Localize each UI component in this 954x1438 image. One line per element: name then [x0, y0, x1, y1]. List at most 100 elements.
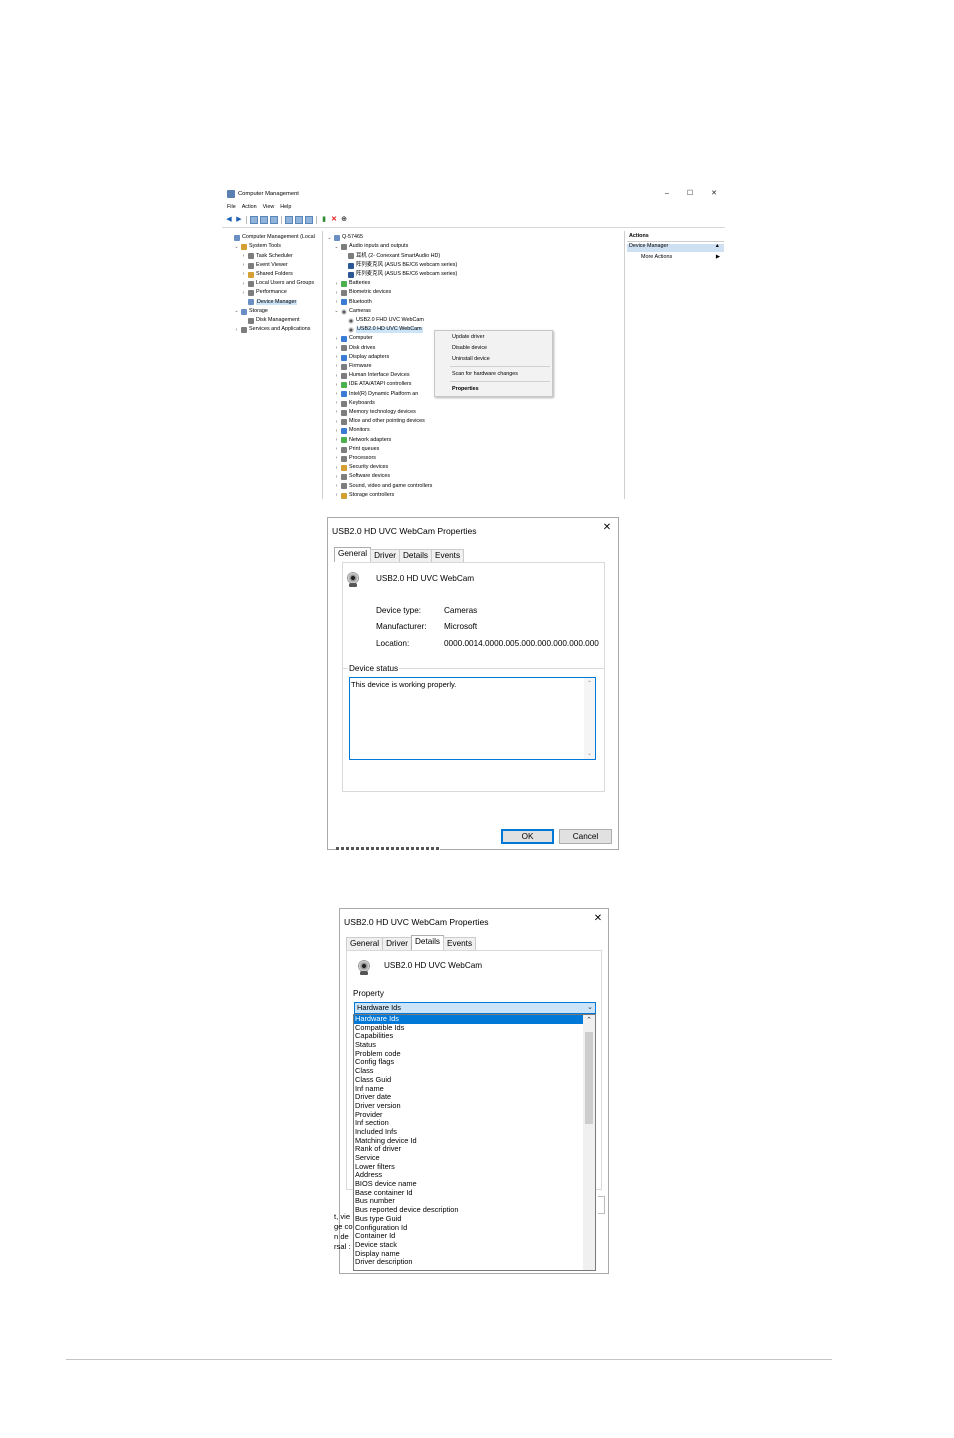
collapsed-chevron-icon[interactable]: › — [334, 373, 339, 379]
collapsed-chevron-icon[interactable]: › — [334, 483, 339, 489]
property-option[interactable]: Driver description — [354, 1258, 595, 1267]
device-status-textbox[interactable]: This device is working properly. ⌃ ⌄ — [349, 677, 596, 760]
expanded-chevron-icon[interactable]: ⌄ — [234, 309, 239, 314]
device-tree-row[interactable]: › Computer — [334, 335, 373, 343]
tab-events[interactable]: Events — [431, 549, 465, 562]
collapsed-chevron-icon[interactable]: › — [334, 364, 339, 369]
uninstall-x-icon[interactable]: ✕ — [330, 216, 338, 224]
property-option[interactable]: Driver version — [354, 1101, 595, 1111]
more-actions-item[interactable]: More Actions ▶ — [641, 254, 724, 263]
device-tree-row[interactable]: › Network adapters — [334, 436, 391, 444]
ok-button[interactable]: OK — [501, 829, 554, 844]
device-tree-row[interactable]: › Memory technology devices — [334, 409, 416, 417]
properties-icon[interactable] — [270, 216, 278, 224]
collapsed-chevron-icon[interactable]: › — [334, 401, 339, 406]
device-tree-row[interactable]: › Storage controllers — [334, 492, 394, 499]
download-icon[interactable]: ⊕ — [340, 216, 348, 224]
menu-view[interactable]: View — [263, 204, 275, 213]
device-tree-row[interactable]: › Security devices — [334, 464, 388, 472]
device-tree-row[interactable]: › Batteries — [334, 280, 370, 288]
console-tree-row[interactable]: › Services and Applications — [234, 326, 310, 334]
collapsed-chevron-icon[interactable]: › — [334, 290, 339, 296]
collapsed-chevron-icon[interactable]: › — [241, 290, 246, 296]
tab-general[interactable]: General — [346, 937, 384, 950]
collapsed-chevron-icon[interactable]: › — [334, 382, 339, 388]
cancel-button[interactable]: Cancel — [559, 829, 612, 844]
property-option[interactable]: Rank of driver — [354, 1145, 595, 1154]
collapsed-chevron-icon[interactable]: › — [334, 410, 339, 415]
collapsed-chevron-icon[interactable]: › — [334, 336, 339, 342]
console-tree-row[interactable]: › Event Viewer — [241, 262, 288, 270]
back-arrow-icon[interactable]: ◀ — [225, 216, 233, 224]
collapsed-chevron-icon[interactable]: › — [334, 428, 339, 434]
update-driver-icon[interactable]: ▮ — [320, 216, 328, 224]
scroll-up-icon[interactable]: ⌃ — [583, 1015, 595, 1027]
menu-scan-hardware[interactable]: Scan for hardware changes — [452, 371, 518, 379]
collapsed-chevron-icon[interactable]: › — [334, 299, 339, 305]
console-tree-row[interactable]: › Local Users and Groups — [241, 280, 314, 288]
device-tree-row[interactable]: › Firmware — [334, 363, 371, 371]
dialog-close-button[interactable]: ✕ — [599, 521, 615, 535]
device-tree-row[interactable]: › Disk drives — [334, 344, 375, 352]
property-option[interactable]: Lower filters — [354, 1162, 595, 1172]
device-tree-row[interactable]: › Biometric devices — [334, 289, 391, 297]
expanded-chevron-icon[interactable]: ⌄ — [327, 235, 332, 241]
device-tree-row[interactable]: USB2.0 HD UVC WebCam — [341, 326, 423, 334]
device-tree-row[interactable]: › Intel(R) Dynamic Platform an — [334, 390, 418, 398]
console-tree-row[interactable]: Device Manager — [241, 298, 298, 306]
property-select[interactable]: Hardware Ids ⌄ — [354, 1002, 596, 1014]
device-tree-row[interactable]: › IDE ATA/ATAPI controllers — [334, 381, 412, 389]
console-tree-row[interactable]: Disk Management — [241, 317, 299, 325]
close-button[interactable]: ✕ — [707, 189, 721, 199]
collapsed-chevron-icon[interactable]: › — [334, 447, 339, 452]
console-tree-row[interactable]: ⌄ System Tools — [234, 243, 281, 251]
menu-file[interactable]: File — [227, 204, 236, 213]
device-tree-row[interactable]: › Print queues — [334, 446, 379, 454]
menu-properties[interactable]: Properties — [452, 386, 479, 394]
console-tree-row[interactable]: ⌄ Storage — [234, 308, 268, 316]
device-tree-row[interactable]: 耳机 (2- Conexant SmartAudio HD) — [341, 252, 440, 260]
device-tree-row[interactable]: › Software devices — [334, 473, 390, 481]
expanded-chevron-icon[interactable]: ⌄ — [334, 309, 339, 314]
property-option[interactable]: Class Guid — [354, 1075, 595, 1085]
scroll-thumb[interactable] — [585, 1032, 593, 1124]
collapsed-chevron-icon[interactable]: › — [241, 272, 246, 277]
collapsed-chevron-icon[interactable]: › — [334, 437, 339, 443]
collapsed-chevron-icon[interactable]: › — [334, 391, 339, 397]
console-tree-row[interactable]: › Shared Folders — [241, 271, 293, 279]
menu-update-driver[interactable]: Update driver — [452, 334, 484, 342]
collapsed-chevron-icon[interactable]: › — [334, 355, 339, 360]
device-tree-row[interactable]: › Sound, video and game controllers — [334, 482, 432, 490]
tab-details[interactable]: Details — [398, 549, 433, 562]
dialog-close-button[interactable]: ✕ — [590, 912, 606, 926]
collapsed-chevron-icon[interactable]: › — [241, 253, 246, 259]
device-tree-row[interactable]: › Human Interface Devices — [334, 372, 410, 380]
expanded-chevron-icon[interactable]: ⌄ — [234, 244, 239, 250]
console-tree-row[interactable]: › Task Scheduler — [241, 252, 293, 260]
menu-uninstall-device[interactable]: Uninstall device — [452, 356, 490, 364]
property-option[interactable]: Config flags — [354, 1058, 595, 1067]
device-tree-row[interactable]: ⌄ Audio inputs and outputs — [334, 243, 408, 251]
status-scrollbar[interactable]: ⌃ ⌄ — [584, 678, 595, 759]
tab-details[interactable]: Details — [410, 935, 445, 950]
scan-hardware-icon[interactable] — [295, 216, 303, 224]
collapsed-chevron-icon[interactable]: › — [234, 327, 239, 333]
device-tree-row[interactable]: 阵列麦克风 (ASUS BE/C6 webcam series) — [341, 271, 457, 279]
collapsed-chevron-icon[interactable]: › — [334, 456, 339, 461]
collapsed-chevron-icon[interactable]: › — [334, 493, 339, 498]
help-icon[interactable] — [285, 216, 293, 224]
forward-arrow-icon[interactable]: ▶ — [235, 216, 243, 224]
menu-help[interactable]: Help — [280, 204, 291, 213]
tab-general[interactable]: General — [334, 547, 372, 562]
collapsed-chevron-icon[interactable]: › — [334, 345, 339, 351]
device-tree-row[interactable]: › Bluetooth — [334, 298, 372, 306]
device-tree-row[interactable]: › Processors — [334, 455, 376, 463]
device-tree-row[interactable]: › Mice and other pointing devices — [334, 418, 425, 426]
property-option[interactable]: Capabilities — [354, 1032, 595, 1041]
scroll-down-icon[interactable]: ⌄ — [584, 750, 595, 757]
console-tree-row[interactable]: Computer Management (Local — [227, 234, 315, 242]
device-tree-row[interactable]: › Keyboards — [334, 400, 375, 408]
minimize-button[interactable]: – — [660, 189, 674, 199]
device-tree-row[interactable]: ⌄ Q-57465 — [327, 234, 363, 242]
menu-disable-device[interactable]: Disable device — [452, 345, 487, 353]
